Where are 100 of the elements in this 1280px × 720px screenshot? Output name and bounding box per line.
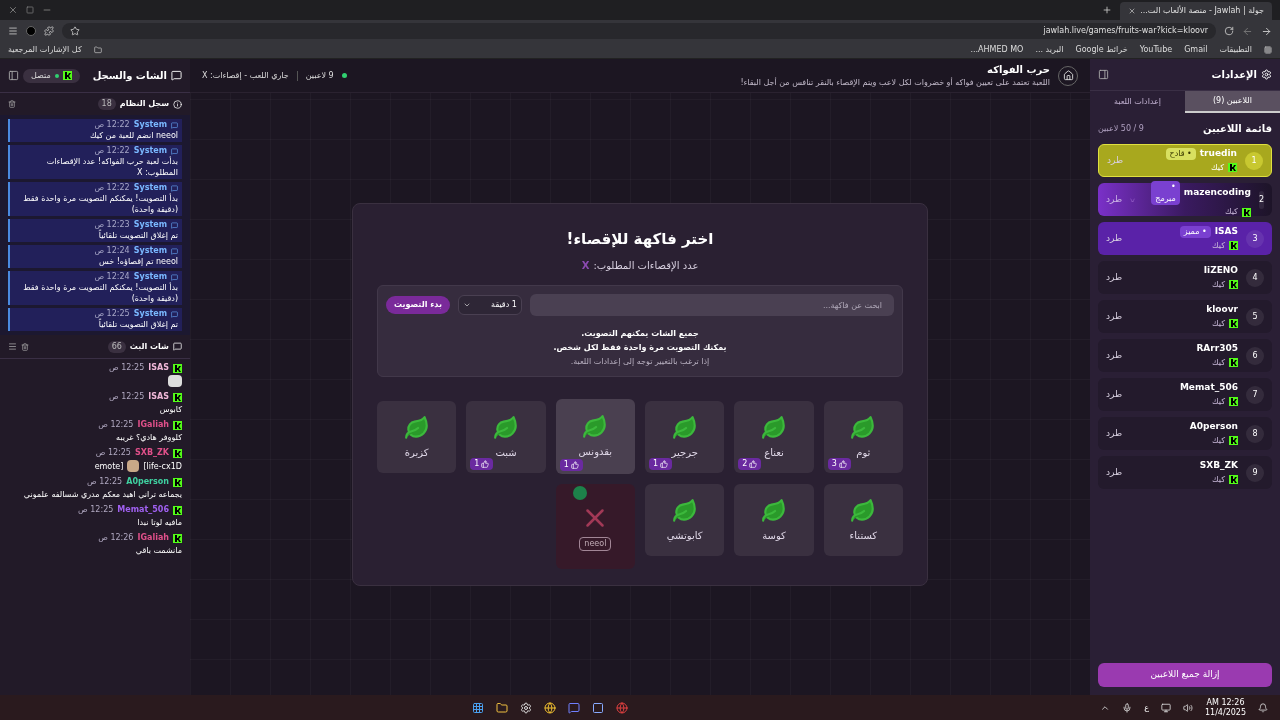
start-vote-button[interactable]: بدء التصويت (386, 296, 450, 314)
produce-card[interactable]: كابوتشي (645, 484, 725, 556)
bot-icon (171, 221, 178, 229)
sender-name: System (133, 183, 167, 193)
chat-message: كلووفر هادي؟ غريبه (114, 432, 182, 443)
produce-name: جرجير (671, 445, 698, 460)
browser-icon[interactable] (544, 701, 556, 714)
log-text: بدأت لعبة حرب الفواكه! عدد الإقصاءات المطلوب: X (45, 156, 178, 178)
collapse-panel-icon[interactable] (8, 70, 19, 81)
message-time: 12:25 ص (98, 420, 134, 430)
forward-icon[interactable] (1242, 25, 1253, 37)
log-text: neeol انضم للعبة من كيك (89, 130, 178, 141)
apps-icon[interactable] (1264, 46, 1272, 54)
game-status: جاري اللعب - إقصاءات: X (202, 69, 289, 82)
remove-all-button[interactable]: إزالة جميع اللاعبين (1098, 663, 1272, 687)
menu-icon[interactable] (8, 26, 18, 36)
back-icon[interactable] (1261, 25, 1272, 37)
player-count: 9 / 50 لاعبين (1098, 122, 1144, 135)
message-time: 12:26 ص (98, 533, 134, 543)
address-bar[interactable]: jawlah.live/games/fruits-war?kick=kloovr (62, 23, 1216, 39)
owner-tag: neeol (579, 536, 612, 551)
bookmark-link[interactable]: خرائط Google (1075, 44, 1128, 56)
trash-icon[interactable] (21, 342, 29, 351)
bookmark-link[interactable]: Gmail (1184, 44, 1208, 56)
kick-button[interactable]: طرد (1106, 426, 1123, 441)
kick-logo-icon (1229, 436, 1238, 446)
kick-logo-icon (62, 71, 72, 80)
kick-logo-icon (173, 392, 182, 402)
message-time: 12:25 ص (86, 477, 123, 487)
kick-button[interactable]: طرد (1106, 231, 1123, 246)
chat-username: A0person (126, 477, 169, 487)
bookmark-link[interactable]: AHMED MO... (970, 44, 1024, 56)
platform-label: كيك (1211, 161, 1224, 174)
close-icon[interactable] (1128, 7, 1137, 15)
puzzle-icon[interactable] (44, 26, 54, 36)
folder-icon[interactable] (496, 701, 508, 714)
volume-icon[interactable] (1182, 702, 1193, 713)
settings-tab[interactable]: إعدادات اللعبة (1090, 91, 1185, 113)
leaf-icon (403, 414, 430, 441)
bookmark-link[interactable]: كل الإشارات المرجعية (8, 44, 82, 56)
kick-button[interactable]: طرد (1106, 270, 1123, 285)
search-field[interactable]: ابحث عن فاكهة... (529, 294, 894, 316)
bot-icon (171, 273, 178, 281)
produce-card[interactable]: كزبرة (377, 401, 457, 473)
network-icon[interactable] (1160, 702, 1171, 713)
bookmark-link[interactable]: البريد ... (1035, 44, 1064, 56)
produce-name: كابوتشي (666, 528, 703, 543)
rank-badge: 4 (1246, 268, 1264, 287)
thumbs-up-icon (749, 460, 758, 468)
dialog-title: اختر فاكهة للإقصاء! (566, 228, 714, 250)
kick-button[interactable]: طرد (1106, 348, 1123, 363)
browser-icon[interactable] (616, 701, 628, 714)
star-icon[interactable] (70, 26, 80, 36)
player-name: RArr305 (1196, 342, 1238, 356)
bot-icon (171, 247, 178, 255)
check-icon (573, 486, 587, 500)
start-icon[interactable] (472, 701, 484, 714)
produce-name: شبت (495, 445, 517, 460)
close-icon[interactable] (8, 5, 18, 15)
thumbs-up-icon (838, 460, 847, 468)
settings-tab[interactable]: اللاعبين (9) (1185, 91, 1280, 113)
platform-label: كيك (1212, 278, 1225, 291)
kick-logo-icon (1229, 397, 1238, 407)
chat-icon (173, 342, 182, 351)
message-time: 12:25 ص (94, 309, 130, 319)
new-tab-icon[interactable] (1102, 5, 1113, 15)
kick-button[interactable]: طرد (1106, 192, 1123, 207)
bookmark-link[interactable]: التطبيقات (1219, 44, 1252, 56)
player-name: A0person (1189, 420, 1238, 434)
kick-button[interactable]: طرد (1106, 387, 1123, 402)
section-title: شات البث (129, 340, 169, 353)
app-icon[interactable] (592, 701, 604, 714)
notification-icon[interactable] (1258, 702, 1268, 713)
produce-card[interactable]: كوسة (734, 484, 814, 556)
microphone-icon[interactable] (1122, 702, 1133, 713)
duration-select[interactable]: 1 دقيقة (457, 295, 522, 315)
collapse-panel-icon[interactable] (1098, 69, 1109, 80)
list-title: قائمة اللاعبين (1202, 122, 1272, 136)
reload-icon[interactable] (1224, 26, 1234, 36)
chat-icon (171, 70, 182, 81)
kick-button[interactable]: طرد (1106, 465, 1123, 480)
log-text: بدأ التصويت! يمكنكم التصويت مرة واحدة فقط (دقيقة واحدة) (22, 282, 178, 304)
kick-logo-icon (173, 448, 182, 458)
panel-title: الشات والسجل (92, 69, 167, 83)
rank-badge: 8 (1246, 424, 1264, 443)
profile-avatar[interactable] (26, 26, 36, 36)
produce-card[interactable]: كستناء (823, 484, 903, 556)
language-indicator[interactable]: ع (1144, 701, 1149, 714)
trash-icon[interactable] (8, 100, 16, 108)
list-icon[interactable] (8, 342, 17, 351)
emote-image (168, 375, 182, 387)
kick-logo-icon (1229, 475, 1238, 485)
leaf-icon (850, 497, 877, 524)
leaf-icon (671, 414, 698, 441)
settings-icon[interactable] (520, 701, 532, 714)
bookmark-link[interactable]: YouTube (1139, 44, 1173, 56)
browser-tab[interactable]: جولة | Jawlah - منصة الألعاب الت... (1120, 2, 1272, 20)
chat-app-icon[interactable] (568, 701, 580, 714)
leaf-icon (761, 497, 787, 524)
kick-button[interactable]: طرد (1106, 309, 1123, 324)
